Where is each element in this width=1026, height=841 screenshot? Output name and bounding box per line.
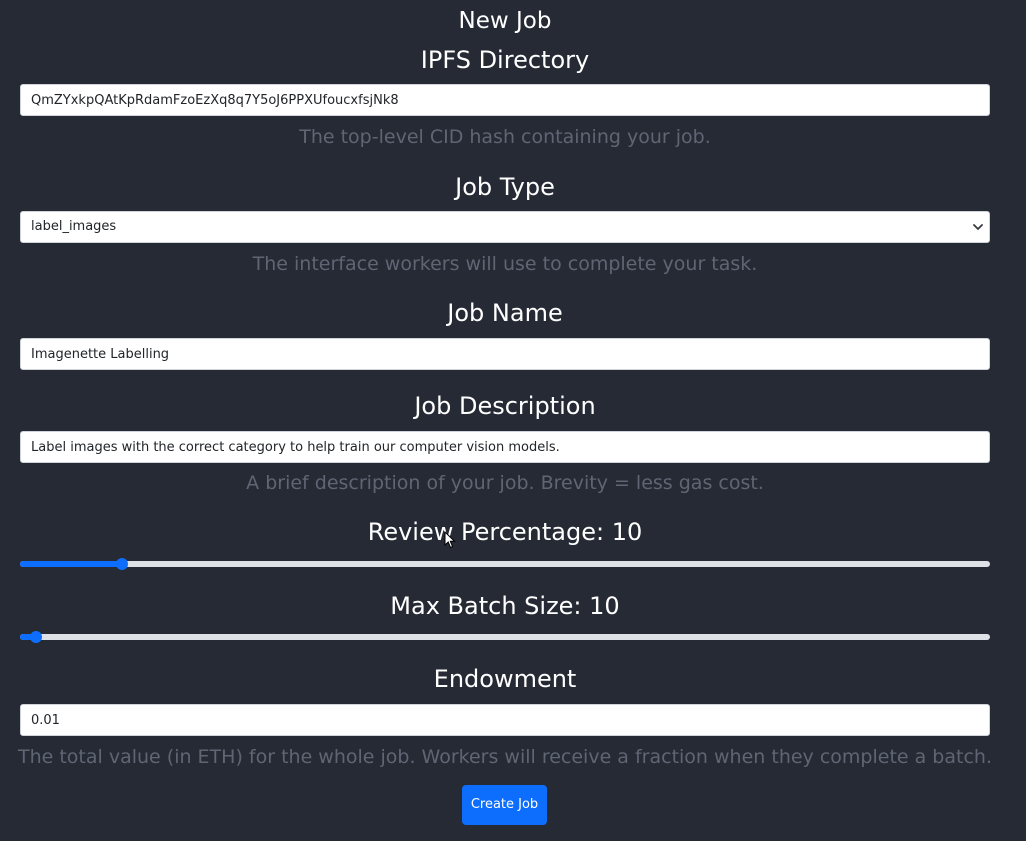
max-batch-size-slider[interactable] [20,630,990,644]
slider-thumb[interactable] [115,558,128,570]
job-description-input[interactable] [20,431,990,463]
page-title: New Job [458,8,552,34]
endowment-label: Endowment [433,665,577,693]
slider-thumb[interactable] [29,631,42,643]
endowment-help: The total value (in ETH) for the whole j… [17,746,992,768]
job-name-input[interactable] [20,338,990,370]
job-type-help: The interface workers will use to comple… [252,253,758,275]
job-description-help: A brief description of your job. Brevity… [246,472,764,494]
ipfs-directory-label: IPFS Directory [420,46,590,74]
job-type-select[interactable]: label_images [20,211,990,243]
slider-track [20,561,990,567]
create-job-button[interactable]: Create Job [462,785,547,825]
review-percentage-label: Review Percentage: 10 [367,518,643,546]
new-job-form: New Job IPFS Directory The top-level CID… [0,0,1026,841]
mouse-cursor-icon [444,531,456,549]
job-description-label: Job Description [414,392,596,420]
job-name-label: Job Name [447,299,563,327]
slider-fill [20,561,122,567]
ipfs-directory-input[interactable] [20,84,990,116]
slider-track [20,634,990,640]
job-type-label: Job Type [455,173,555,201]
endowment-input[interactable] [20,704,990,736]
max-batch-size-label: Max Batch Size: 10 [390,592,620,620]
job-type-select-wrapper: label_images [20,211,990,243]
review-percentage-slider[interactable] [20,557,990,571]
ipfs-directory-help: The top-level CID hash containing your j… [299,126,711,148]
